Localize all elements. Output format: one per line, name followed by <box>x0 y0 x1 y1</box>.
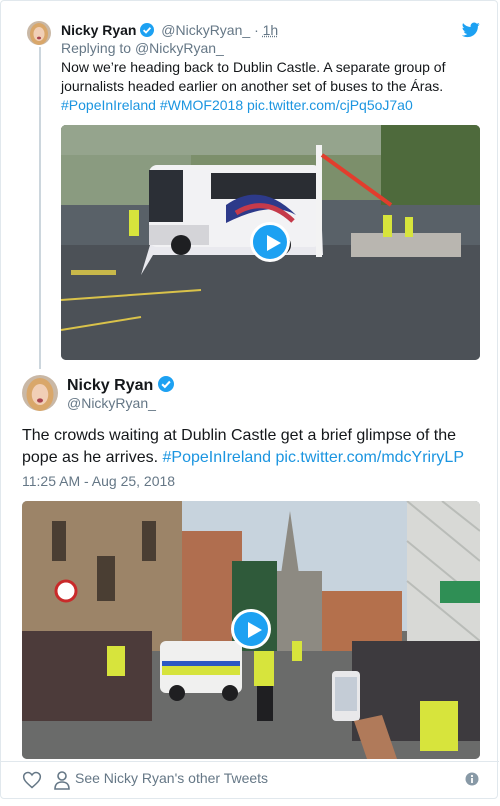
hashtag-link[interactable]: #WMOF2018 <box>160 97 243 113</box>
author-handle[interactable]: @NickyRyan_ <box>67 395 156 411</box>
main-tweet-text: The crowds waiting at Dublin Castle get … <box>22 425 482 469</box>
person-icon[interactable] <box>53 770 71 790</box>
avatar[interactable] <box>27 21 51 45</box>
author-handle[interactable]: @NickyRyan_ <box>161 22 250 38</box>
separator: · <box>254 22 259 38</box>
twitter-bird-icon[interactable] <box>461 22 480 38</box>
author-name[interactable]: Nicky Ryan <box>61 22 136 38</box>
avatar[interactable] <box>22 375 58 411</box>
heart-icon[interactable] <box>22 770 42 790</box>
parent-tweet-header: Nicky Ryan @NickyRyan_ · 1h <box>61 22 278 40</box>
parent-video-thumbnail[interactable] <box>61 125 480 360</box>
play-icon[interactable] <box>250 222 290 262</box>
thread-line <box>39 47 41 369</box>
relative-time[interactable]: 1h <box>263 22 279 38</box>
verified-badge-icon <box>140 23 155 40</box>
play-icon[interactable] <box>231 609 271 649</box>
other-tweets-link[interactable]: See Nicky Ryan's other Tweets <box>75 770 268 786</box>
verified-badge-icon <box>157 376 174 397</box>
info-icon[interactable] <box>465 772 479 786</box>
replying-to: Replying to @NickyRyan_ <box>61 40 224 56</box>
parent-tweet-text: Now we’re heading back to Dublin Castle.… <box>61 58 481 115</box>
tweet-timestamp[interactable]: 11:25 AM - Aug 25, 2018 <box>22 473 175 489</box>
replying-to-handle[interactable]: @NickyRyan_ <box>135 40 224 56</box>
author-name[interactable]: Nicky Ryan <box>67 377 153 394</box>
main-video-thumbnail[interactable] <box>22 501 480 759</box>
media-link[interactable]: pic.twitter.com/cjPq5oJ7a0 <box>247 97 413 113</box>
replying-prefix: Replying to <box>61 40 132 56</box>
embedded-tweet-card: Nicky Ryan @NickyRyan_ · 1h Replying to … <box>0 0 499 800</box>
hashtag-link[interactable]: #PopeInIreland <box>163 449 272 466</box>
media-link[interactable]: pic.twitter.com/mdcYriryLP <box>276 449 464 466</box>
main-author-name: Nicky Ryan <box>67 376 174 397</box>
parent-tweet-body: Now we’re heading back to Dublin Castle.… <box>61 59 446 94</box>
hashtag-link[interactable]: #PopeInIreland <box>61 97 156 113</box>
tweet-footer: See Nicky Ryan's other Tweets <box>1 761 499 800</box>
